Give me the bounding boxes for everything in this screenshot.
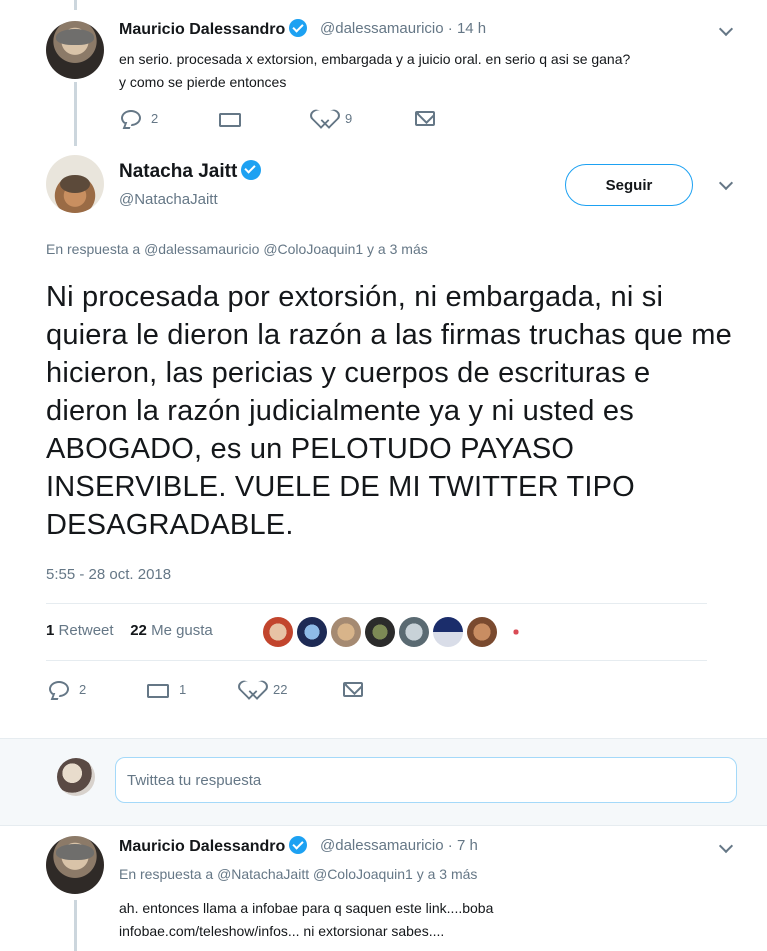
tweet-time[interactable]: · 14 h (448, 20, 486, 37)
avatar-mauricio[interactable] (46, 21, 104, 79)
envelope-icon (415, 110, 435, 126)
liker-avatar[interactable] (297, 617, 327, 647)
tweet-actions: 2 1 22 (49, 681, 363, 698)
liker-avatar[interactable] (331, 617, 361, 647)
author-name[interactable]: Natacha Jaitt (119, 160, 262, 183)
reply-button[interactable]: 2 (49, 681, 147, 697)
reply-context: En respuesta a @NatachaJaitt @ColoJoaqui… (119, 866, 478, 882)
reply-icon (121, 110, 141, 126)
heart-icon (245, 681, 263, 697)
reply-icon (49, 681, 69, 697)
tweet-link-line[interactable]: infobae.com/teleshow/infos... ni extorsi… (119, 920, 444, 942)
current-user-avatar (57, 758, 95, 796)
reply-users-link[interactable]: @NatachaJaitt @ColoJoaquin1 (217, 866, 413, 882)
tweet-timestamp[interactable]: 5:55 - 28 oct. 2018 (46, 566, 171, 583)
main-tweet-text: Ni procesada por extorsión, ni embargada… (46, 281, 732, 541)
thread-line-1 (74, 82, 77, 146)
author-handle[interactable]: @NatachaJaitt (119, 191, 218, 208)
verified-icon (241, 160, 262, 180)
reply-button[interactable]: 2 (121, 110, 219, 126)
likers-avatars (263, 617, 531, 647)
author-handle[interactable]: @dalessamauricio · 7 h (320, 837, 478, 854)
author-name[interactable]: Mauricio Dalessandro (119, 19, 308, 39)
retweet-count-link[interactable]: 1 Retweet (46, 622, 114, 639)
author-handle[interactable]: @dalessamauricio · 14 h (320, 20, 486, 37)
liker-avatar[interactable] (365, 617, 395, 647)
retweet-icon (219, 111, 241, 127)
retweet-button[interactable]: 1 (147, 682, 245, 698)
avatar-mauricio[interactable] (46, 836, 104, 894)
like-button[interactable]: 9 (317, 110, 415, 126)
chevron-down-icon[interactable] (718, 21, 734, 37)
tweet-text-line: y como se pierde entonces (119, 74, 287, 90)
divider (46, 660, 707, 661)
liker-avatar[interactable] (263, 617, 293, 647)
follow-button[interactable]: Seguir (565, 164, 693, 206)
avatar-natacha[interactable] (46, 155, 104, 213)
liker-avatar[interactable] (467, 617, 497, 647)
thread-line-top (74, 0, 77, 10)
like-count-link[interactable]: 22 Me gusta (130, 622, 213, 639)
liker-avatar[interactable] (501, 617, 531, 647)
thread-line-bottom (74, 900, 77, 951)
reply-input[interactable]: Twittea tu respuesta (115, 757, 737, 803)
liker-avatar[interactable] (433, 617, 463, 647)
retweet-button[interactable] (219, 111, 317, 127)
envelope-icon (343, 681, 363, 697)
dm-button[interactable] (343, 681, 363, 697)
tweet-text-line: en serio. procesada x extorsion, embarga… (119, 51, 631, 67)
divider (46, 603, 707, 604)
heart-icon (317, 110, 335, 126)
like-button[interactable]: 22 (245, 681, 343, 697)
tweet-stats: 1 Retweet 22 Me gusta (46, 622, 213, 639)
dm-button[interactable] (415, 110, 435, 126)
reply-more-link[interactable]: y a 3 más (417, 866, 478, 882)
reply-context: En respuesta a @dalessamauricio @ColoJoa… (46, 241, 428, 257)
reply-more-link[interactable]: y a 3 más (367, 241, 428, 257)
chevron-down-icon[interactable] (718, 838, 734, 854)
retweet-icon (147, 682, 169, 698)
tweet-text-line: ah. entonces llama a infobae para q saqu… (119, 900, 494, 916)
author-name[interactable]: Mauricio Dalessandro (119, 836, 308, 856)
liker-avatar[interactable] (399, 617, 429, 647)
verified-icon (289, 836, 308, 854)
verified-icon (289, 19, 308, 37)
chevron-down-icon[interactable] (718, 175, 734, 191)
tweet-time[interactable]: · 7 h (448, 837, 478, 854)
tweet-actions: 2 9 (121, 110, 435, 127)
reply-users-link[interactable]: @dalessamauricio @ColoJoaquin1 (144, 241, 363, 257)
